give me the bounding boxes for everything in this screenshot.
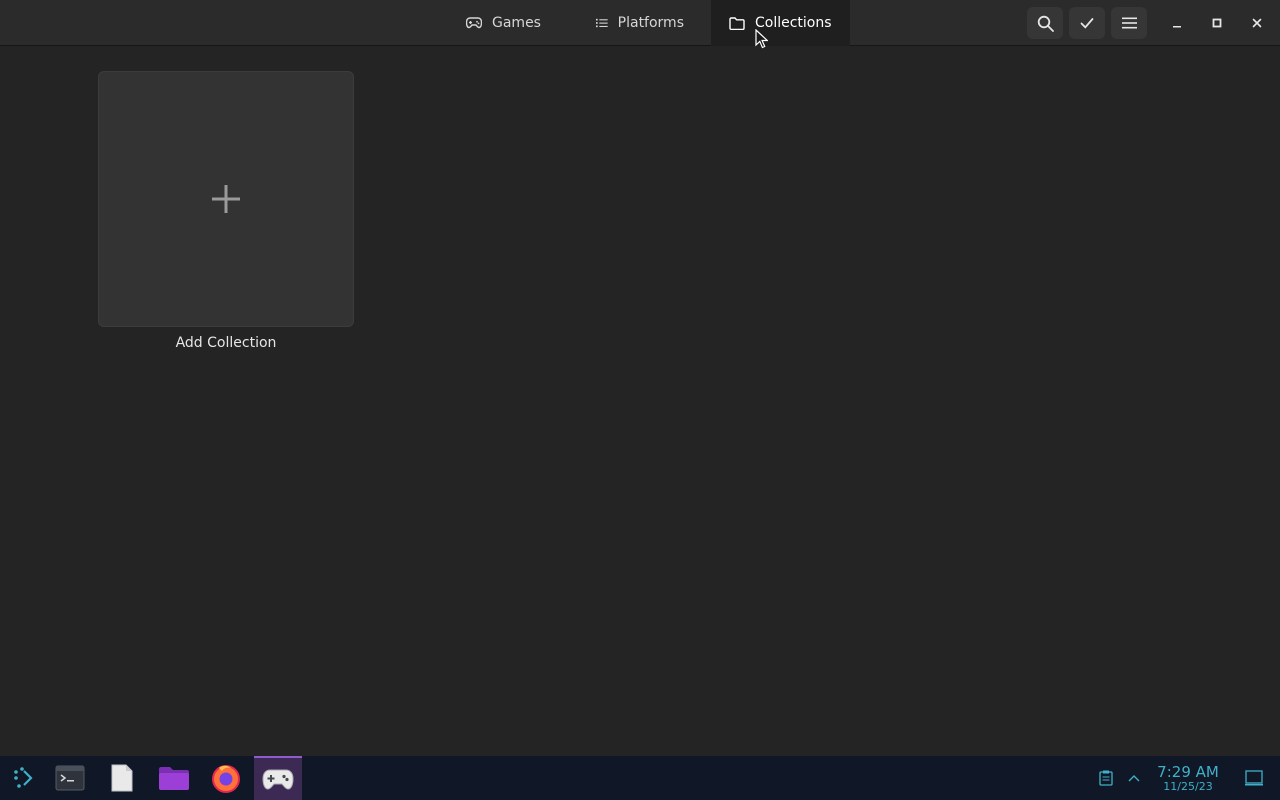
tab-games-label: Games — [492, 15, 541, 31]
tab-collections[interactable]: Collections — [711, 0, 850, 46]
gamepad-icon — [262, 769, 294, 790]
minimize-icon — [1173, 26, 1181, 28]
list-icon — [596, 18, 608, 28]
main-menu-button[interactable] — [1111, 7, 1147, 39]
chevron-up-icon — [1128, 775, 1140, 782]
taskbar-konsole[interactable] — [46, 756, 94, 800]
add-collection-card[interactable] — [98, 71, 354, 327]
tab-platforms[interactable]: Platforms — [578, 0, 702, 46]
add-collection-label: Add Collection — [175, 335, 277, 351]
taskbar: 7:29 AM 11/25/23 — [0, 756, 1280, 800]
hamburger-menu-icon — [1121, 17, 1137, 29]
plus-icon — [212, 185, 240, 213]
show-desktop-button[interactable] — [1230, 756, 1278, 800]
header-bar: Games Platforms Collections — [0, 0, 1280, 46]
gamepad-icon — [466, 17, 482, 29]
app-launcher-button[interactable] — [0, 756, 48, 800]
close-icon — [1252, 18, 1262, 28]
search-icon — [1037, 15, 1054, 32]
maximize-icon — [1212, 18, 1222, 28]
desktop-icon — [1245, 770, 1263, 786]
minimize-button[interactable] — [1164, 10, 1190, 36]
folder-icon — [729, 16, 745, 30]
mouse-cursor-icon — [755, 29, 768, 49]
check-icon — [1080, 18, 1094, 29]
close-button[interactable] — [1244, 10, 1270, 36]
terminal-icon — [55, 765, 85, 791]
taskbar-text-editor[interactable] — [98, 756, 146, 800]
taskbar-file-manager[interactable] — [150, 756, 198, 800]
app-launcher-icon — [14, 767, 33, 788]
firefox-icon — [212, 765, 240, 793]
clock-date: 11/25/23 — [1163, 780, 1213, 793]
tab-platforms-label: Platforms — [617, 15, 684, 31]
taskbar-firefox[interactable] — [202, 756, 250, 800]
folder-icon — [159, 767, 189, 790]
maximize-button[interactable] — [1204, 10, 1230, 36]
clock-time: 7:29 AM — [1157, 763, 1219, 781]
selection-mode-button[interactable] — [1069, 7, 1105, 39]
clock[interactable]: 7:29 AM 11/25/23 — [1150, 764, 1226, 794]
taskbar-game-launcher[interactable] — [254, 756, 302, 800]
search-button[interactable] — [1027, 7, 1063, 39]
tab-games[interactable]: Games — [448, 0, 566, 46]
document-icon — [111, 764, 133, 792]
